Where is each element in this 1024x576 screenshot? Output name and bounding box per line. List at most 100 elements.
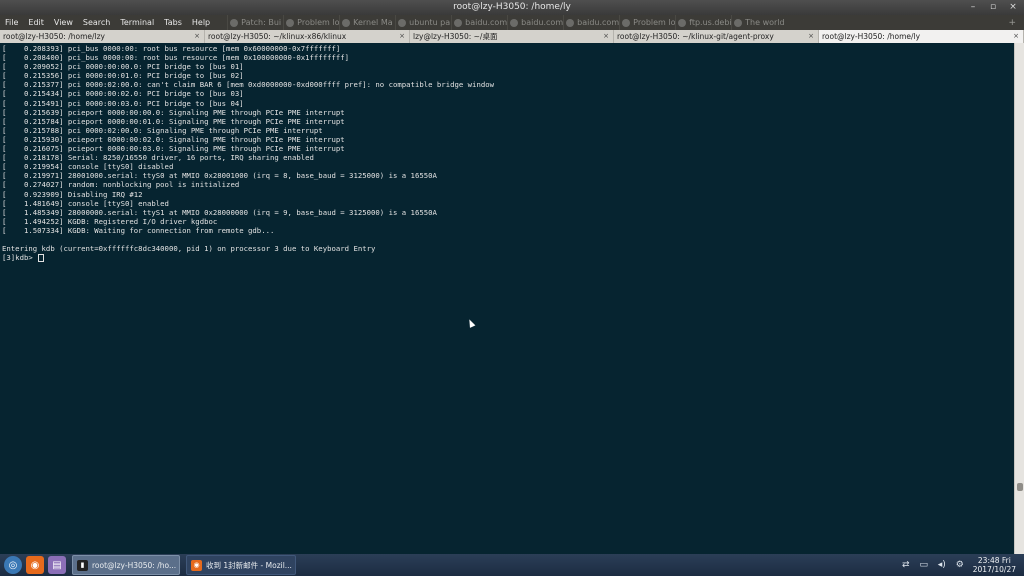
- tab-home-lzy[interactable]: root@lzy-H3050: /home/lzy ×: [0, 30, 205, 43]
- terminal-line: [ 0.215434] pci 0000:00:02.0: PCI bridge…: [2, 89, 244, 99]
- window-titlebar[interactable]: root@lzy-H3050: /home/ly – ▫ ×: [0, 0, 1024, 15]
- terminal-line: [ 0.216075] pcieport 0000:00:03.0: Signa…: [2, 144, 345, 154]
- file-manager-icon[interactable]: ▤: [48, 556, 66, 574]
- terminal-line: [ 0.215639] pcieport 0000:00:00.0: Signa…: [2, 107, 345, 117]
- kdb-prompt-line[interactable]: [3]kdb>: [0, 253, 1014, 262]
- tab-label: root@lzy-H3050: /home/lzy: [3, 32, 105, 41]
- background-browser-tab[interactable]: The world: [731, 15, 787, 30]
- window-controls: – ▫ ×: [968, 0, 1018, 15]
- settings-icon[interactable]: ⚙: [955, 560, 965, 570]
- terminal-line: [ 0.215930] pcieport 0000:00:02.0: Signa…: [2, 134, 345, 144]
- window-title: root@lzy-H3050: /home/ly: [453, 2, 571, 12]
- clock-time: 23:48 Fri: [977, 556, 1011, 565]
- terminal-line: [ 0.215356] pci 0000:00:01.0: PCI bridge…: [2, 71, 244, 81]
- mouse-pointer-icon: [466, 318, 476, 328]
- terminal-lines: [ 0.208393] pci_bus 0000:00: root bus re…: [0, 44, 1014, 253]
- background-browser-tab[interactable]: Problem lo: [619, 15, 675, 30]
- terminal-line: [ 0.215788] pci 0000:02:00.0: Signaling …: [2, 125, 323, 135]
- task-label: root@lzy-H3050: /ho...: [92, 560, 177, 570]
- terminal-line: [ 1.485349] 28000000.serial: ttyS1 at MM…: [2, 207, 437, 217]
- terminal-line: [ 0.208400] pci_bus 0000:00: root bus re…: [2, 53, 350, 63]
- terminal-line: [ 0.208393] pci_bus 0000:00: root bus re…: [2, 44, 341, 53]
- terminal-icon: ▮: [77, 559, 88, 571]
- tab-close-icon[interactable]: ×: [399, 30, 405, 43]
- menu-file[interactable]: File: [0, 15, 23, 30]
- page-icon: [622, 18, 631, 27]
- tab-close-icon[interactable]: ×: [808, 30, 814, 43]
- system-tray: ⇄ ▭ ◂) ⚙ 23:48 Fri 2017/10/27: [901, 556, 1024, 574]
- menu-bar: File Edit View Search Terminal Tabs Help…: [0, 15, 1024, 30]
- tab-home-ly[interactable]: root@lzy-H3050: /home/ly ×: [819, 30, 1024, 43]
- background-browser-tab[interactable]: ftp.us.debia: [675, 15, 731, 30]
- page-icon: [342, 18, 351, 27]
- kdb-prompt: [3]kdb>: [2, 253, 38, 263]
- menu-terminal[interactable]: Terminal: [115, 15, 159, 30]
- maximize-icon[interactable]: ▫: [988, 0, 998, 15]
- scrollbar-thumb[interactable]: [1017, 483, 1023, 491]
- page-icon: [398, 18, 407, 27]
- terminal-line: [ 1.494252] KGDB: Registered I/O driver …: [2, 216, 218, 226]
- background-browser-tab[interactable]: ubuntu pa: [395, 15, 451, 30]
- new-tab-plus-icon[interactable]: +: [1008, 18, 1024, 28]
- page-icon: [734, 18, 743, 27]
- taskbar: ◎ ◉ ▤ ▮ root@lzy-H3050: /ho... ◉ 收到 1封新邮…: [0, 554, 1024, 576]
- page-icon: [454, 18, 463, 27]
- terminal-scrollbar[interactable]: [1014, 43, 1024, 554]
- page-icon: [230, 18, 239, 27]
- terminal-line: [ 0.218178] Serial: 8250/16550 driver, 1…: [2, 153, 314, 163]
- tab-close-icon[interactable]: ×: [603, 30, 609, 43]
- background-browser-tab[interactable]: baidu.com: [451, 15, 507, 30]
- page-icon: [510, 18, 519, 27]
- terminal-output[interactable]: [ 0.208393] pci_bus 0000:00: root bus re…: [0, 43, 1014, 554]
- tab-label: root@lzy-H3050: /home/ly: [822, 32, 921, 41]
- menu-help[interactable]: Help: [187, 15, 215, 30]
- background-browser-tab[interactable]: Patch: Bui: [227, 15, 283, 30]
- tab-agent-proxy[interactable]: root@lzy-H3050: ~/klinux-git/agent-proxy…: [614, 30, 819, 43]
- display-icon[interactable]: ▭: [919, 560, 929, 570]
- taskbar-terminal-button[interactable]: ▮ root@lzy-H3050: /ho...: [72, 555, 180, 575]
- terminal-line: [ 0.923909] Disabling IRQ #12: [2, 189, 143, 199]
- terminal-line: [ 0.219971] 28001000.serial: ttyS0 at MM…: [2, 171, 437, 181]
- terminal-line: Entering kdb (current=0xffffffc8dc340000…: [2, 244, 376, 254]
- minimize-icon[interactable]: –: [968, 0, 978, 15]
- page-icon: [286, 18, 295, 27]
- tab-label: root@lzy-H3050: ~/klinux-git/agent-proxy: [617, 32, 774, 41]
- tab-close-icon[interactable]: ×: [194, 30, 200, 43]
- task-label: 收到 1封新邮件 - Mozil...: [206, 560, 292, 570]
- menu-search[interactable]: Search: [78, 15, 115, 30]
- background-browser-tab[interactable]: Problem lo: [283, 15, 339, 30]
- background-browser-tab[interactable]: baidu.com: [563, 15, 619, 30]
- terminal-line: [ 0.215491] pci 0000:00:03.0: PCI bridge…: [2, 98, 244, 108]
- terminal-line: [ 0.274027] random: nonblocking pool is …: [2, 180, 240, 190]
- terminal-line: [ 1.481649] console [ttyS0] enabled: [2, 198, 169, 208]
- tab-desktop[interactable]: lzy@lzy-H3050: ~/桌面 ×: [410, 30, 614, 43]
- tab-label: root@lzy-H3050: ~/klinux-x86/klinux: [208, 32, 347, 41]
- menu-edit[interactable]: Edit: [23, 15, 49, 30]
- background-browser-tab[interactable]: Kernel Ma: [339, 15, 395, 30]
- terminal-line: [ 0.215377] pci 0000:02:00.0: can't clai…: [2, 80, 495, 90]
- firefox-icon: ◉: [191, 559, 202, 571]
- page-icon: [566, 18, 575, 27]
- clock[interactable]: 23:48 Fri 2017/10/27: [973, 556, 1016, 574]
- tab-label: lzy@lzy-H3050: ~/桌面: [413, 32, 498, 41]
- terminal-tab-bar: root@lzy-H3050: /home/lzy × root@lzy-H30…: [0, 30, 1024, 43]
- terminal-line: [ 0.209052] pci 0000:00:00.0: PCI bridge…: [2, 62, 244, 72]
- page-icon: [678, 18, 687, 27]
- tab-close-icon[interactable]: ×: [1013, 30, 1019, 43]
- menu-tabs[interactable]: Tabs: [159, 15, 187, 30]
- close-icon[interactable]: ×: [1008, 0, 1018, 15]
- volume-icon[interactable]: ◂): [937, 560, 947, 570]
- clock-date: 2017/10/27: [972, 565, 1016, 574]
- firefox-launcher-icon[interactable]: ◉: [26, 556, 44, 574]
- terminal-line: [ 1.507334] KGDB: Waiting for connection…: [2, 225, 275, 235]
- terminal-line: [ 0.219954] console [ttyS0] disabled: [2, 162, 174, 172]
- taskbar-firefox-button[interactable]: ◉ 收到 1封新邮件 - Mozil...: [186, 555, 296, 575]
- tab-klinux-x86[interactable]: root@lzy-H3050: ~/klinux-x86/klinux ×: [205, 30, 410, 43]
- menu-view[interactable]: View: [49, 15, 78, 30]
- start-menu-icon[interactable]: ◎: [4, 556, 22, 574]
- text-cursor: [38, 253, 45, 262]
- terminal-line: [ 0.215784] pcieport 0000:00:01.0: Signa…: [2, 116, 345, 126]
- background-browser-tab[interactable]: baidu.com: [507, 15, 563, 30]
- network-icon[interactable]: ⇄: [901, 560, 911, 570]
